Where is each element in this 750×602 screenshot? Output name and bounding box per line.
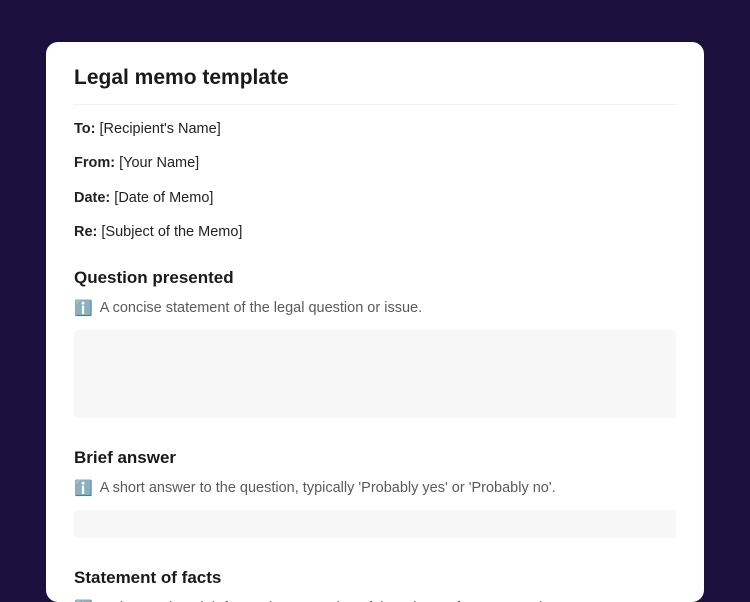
header-fields: To: [Recipient's Name] From: [Your Name]…: [74, 119, 676, 242]
re-value[interactable]: [Subject of the Memo]: [101, 224, 242, 240]
to-label: To:: [74, 121, 95, 137]
section-question: Question presented ℹ️ A concise statemen…: [74, 268, 676, 418]
question-input[interactable]: [74, 330, 676, 418]
question-hint: ℹ️ A concise statement of the legal ques…: [74, 300, 676, 316]
info-icon: ℹ️: [74, 301, 93, 316]
question-hint-text: A concise statement of the legal questio…: [100, 300, 422, 316]
from-value[interactable]: [Your Name]: [119, 155, 199, 171]
answer-hint: ℹ️ A short answer to the question, typic…: [74, 480, 676, 496]
memo-card: Legal memo template To: [Recipient's Nam…: [46, 42, 704, 602]
header-to: To: [Recipient's Name]: [74, 119, 676, 139]
header-date: Date: [Date of Memo]: [74, 188, 676, 208]
facts-heading: Statement of facts: [74, 568, 676, 588]
header-re: Re: [Subject of the Memo]: [74, 222, 676, 242]
answer-heading: Brief answer: [74, 448, 676, 468]
from-label: From:: [74, 155, 115, 171]
page-title: Legal memo template: [74, 66, 676, 105]
date-label: Date:: [74, 190, 110, 206]
date-value[interactable]: [Date of Memo]: [114, 190, 213, 206]
re-label: Re:: [74, 224, 97, 240]
header-from: From: [Your Name]: [74, 153, 676, 173]
section-facts: Statement of facts ℹ️ A clear and straig…: [74, 568, 676, 602]
answer-input[interactable]: [74, 510, 676, 538]
question-heading: Question presented: [74, 268, 676, 288]
info-icon: ℹ️: [74, 481, 93, 496]
section-answer: Brief answer ℹ️ A short answer to the qu…: [74, 448, 676, 538]
answer-hint-text: A short answer to the question, typicall…: [100, 480, 556, 496]
to-value[interactable]: [Recipient's Name]: [100, 121, 221, 137]
